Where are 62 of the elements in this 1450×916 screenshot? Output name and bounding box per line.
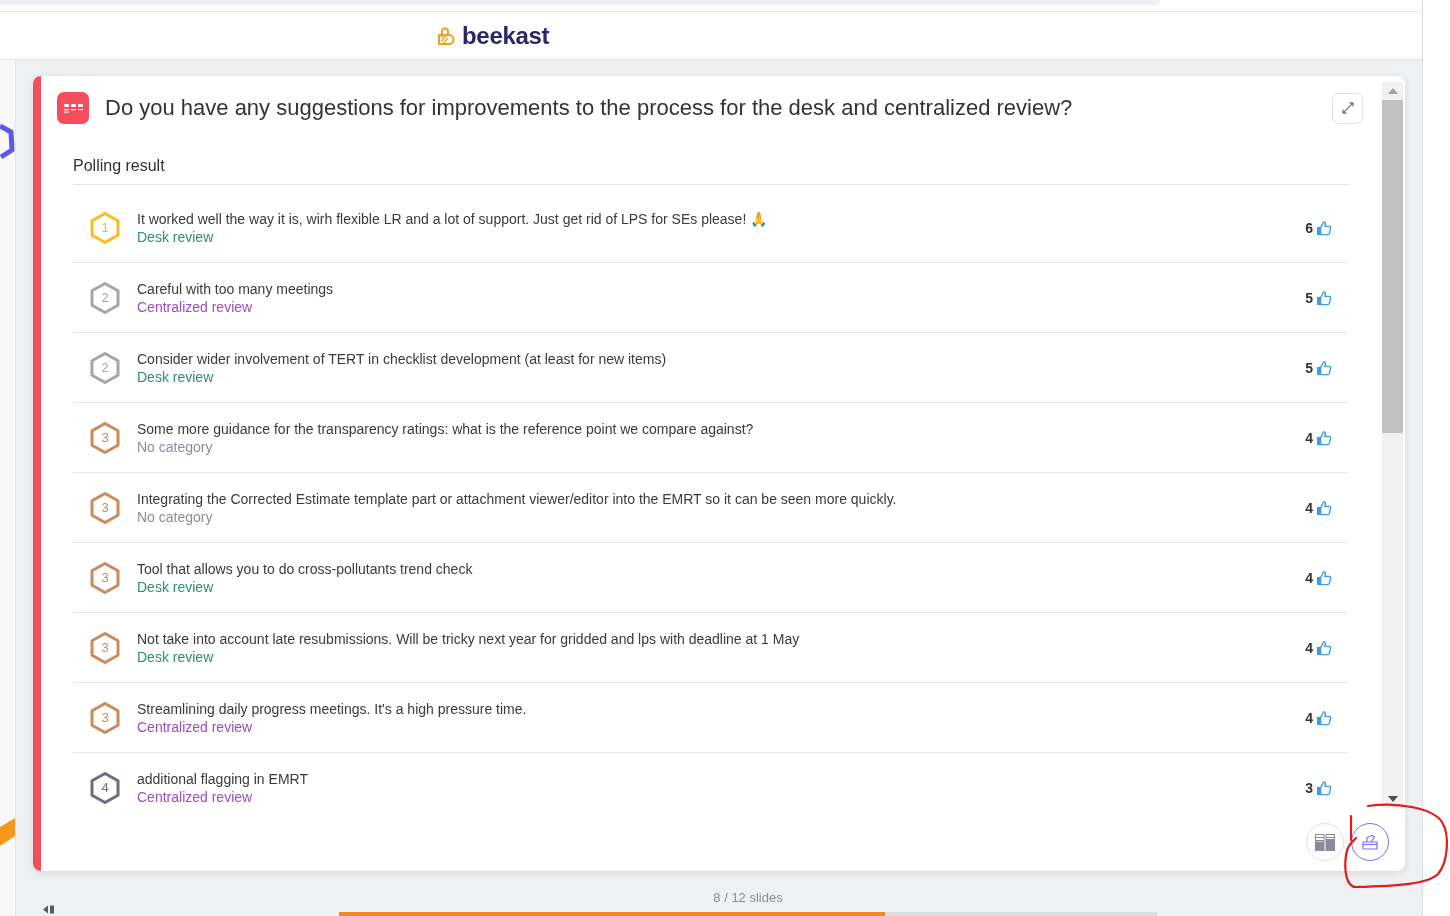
rank-badge: 3 xyxy=(88,630,122,665)
vote-count: 4 xyxy=(1305,709,1313,726)
slide-counter: 8 / 12 slides xyxy=(712,890,784,906)
ballot-button[interactable] xyxy=(1351,823,1389,861)
category-label: Centralized review xyxy=(137,297,254,316)
vote-count: 5 xyxy=(1305,289,1313,306)
category-label: Desk review xyxy=(137,367,215,386)
thumbs-up-icon xyxy=(1316,709,1332,726)
answer-text: It worked well the way it is, wirh flexible LR and a lot of support. Just get rid of LPS for SEs please! 🙏 xyxy=(137,209,769,228)
thumbs-up-icon xyxy=(1316,219,1332,236)
category-label: Centralized review xyxy=(137,787,254,806)
category-label: Desk review xyxy=(137,577,215,596)
brand-name: beekast xyxy=(462,21,550,50)
expand-icon xyxy=(1341,102,1354,114)
thumbs-up-icon xyxy=(1316,499,1332,516)
vote-count: 4 xyxy=(1305,639,1313,656)
rank-badge: 3 xyxy=(88,700,122,735)
thumbs-up-icon xyxy=(1316,429,1332,446)
rank-badge: 3 xyxy=(88,420,122,455)
answer-text: Streamlining daily progress meetings. It's a high pressure time. xyxy=(137,699,528,718)
answer-text: Some more guidance for the transparency ratings: what is the reference point we compare against? xyxy=(137,419,755,438)
thumbs-up-icon xyxy=(1316,569,1332,586)
thumbs-up-icon xyxy=(1316,359,1332,376)
vote-count: 4 xyxy=(1305,499,1313,516)
rank-badge: 2 xyxy=(88,350,122,385)
rank-badge: 2 xyxy=(88,280,122,315)
vote-count: 4 xyxy=(1305,429,1313,446)
question-title: Do you have any suggestions for improvements to the process for the desk and centralized review? xyxy=(105,94,1074,122)
poll-icon xyxy=(57,92,89,124)
answer-text: Tool that allows you to do cross-pollutants trend check xyxy=(137,559,474,578)
vote-count: 6 xyxy=(1305,219,1313,236)
thumbs-up-icon xyxy=(1316,779,1332,796)
scrollbar[interactable] xyxy=(1382,82,1403,808)
scrollbar-thumb[interactable] xyxy=(1382,100,1403,433)
category-label: Desk review xyxy=(137,227,215,246)
scroll-down-icon[interactable] xyxy=(1387,796,1398,802)
vote-count: 5 xyxy=(1305,359,1313,376)
layout-button[interactable] xyxy=(1306,823,1344,861)
ballot-box-icon xyxy=(1362,834,1378,850)
rank-badge: 4 xyxy=(88,770,122,805)
thumbs-up-icon xyxy=(1316,289,1332,306)
answer-text: Not take into account late resubmissions. Will be tricky next year for gridded and lps with deadline at 1 May xyxy=(137,629,801,648)
columns-icon xyxy=(1315,833,1335,851)
thumbs-up-icon xyxy=(1316,639,1332,656)
logo-icon xyxy=(437,25,457,46)
answer-text: Integrating the Corrected Estimate template part or attachment viewer/editor into the EMRT so it can be seen more quickly. xyxy=(137,489,898,508)
answer-text: Consider wider involvement of TERT in checklist development (at least for new items) xyxy=(137,349,668,368)
category-label: Desk review xyxy=(137,647,215,666)
category-label: No category xyxy=(137,507,214,526)
scroll-up-icon[interactable] xyxy=(1387,88,1398,94)
section-title: Polling result xyxy=(73,154,1348,185)
rank-badge: 3 xyxy=(88,560,122,595)
category-label: Centralized review xyxy=(137,717,254,736)
answer-text: Careful with too many meetings xyxy=(137,279,335,298)
expand-button[interactable] xyxy=(1332,92,1363,124)
category-label: No category xyxy=(137,437,214,456)
rank-badge: 1 xyxy=(88,210,122,245)
collapse-icon[interactable] xyxy=(43,905,55,914)
vote-count: 3 xyxy=(1305,779,1313,796)
rank-badge: 3 xyxy=(88,490,122,525)
vote-count: 4 xyxy=(1305,569,1313,586)
answer-text: additional flagging in EMRT xyxy=(137,769,309,788)
